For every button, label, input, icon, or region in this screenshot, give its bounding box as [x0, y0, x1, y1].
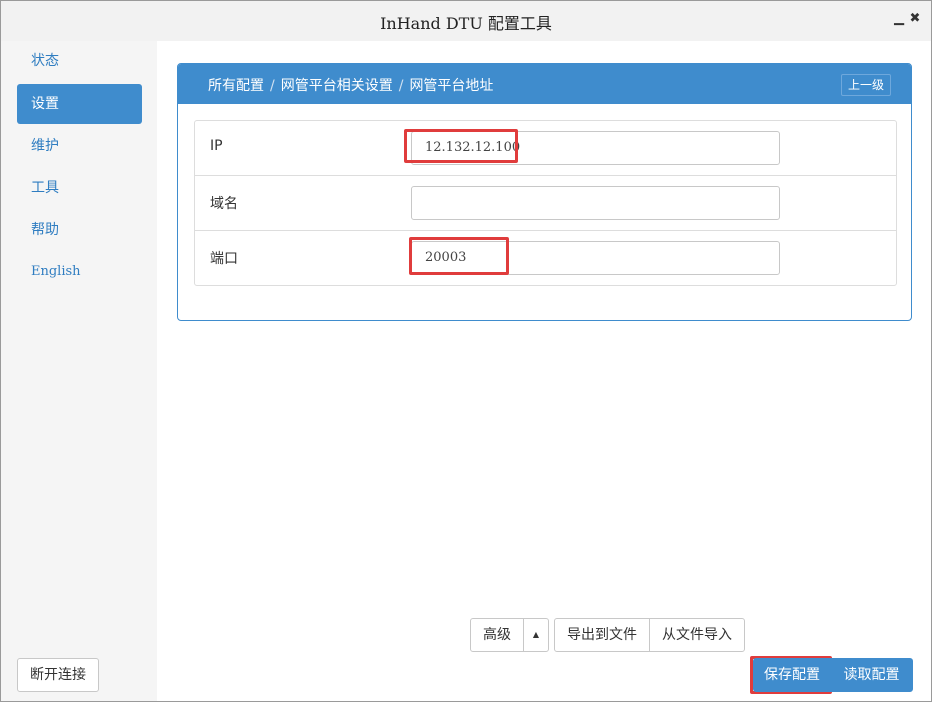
port-input[interactable]: 20003	[411, 241, 780, 275]
config-panel: 所有配置 / 网管平台相关设置 / 网管平台地址 上一级 IP 12.132.12.10…	[177, 63, 912, 321]
caret-up-icon[interactable]: ▲	[523, 618, 549, 652]
disconnect-button[interactable]: 断开连接	[17, 658, 99, 692]
domain-input[interactable]	[411, 186, 780, 220]
sidebar-item-status[interactable]: 状态	[17, 41, 142, 81]
ip-input[interactable]: 12.132.12.100	[411, 131, 780, 165]
export-to-file-button[interactable]: 导出到文件	[554, 618, 650, 652]
sidebar-item-label: English	[31, 264, 81, 279]
breadcrumb-separator: /	[270, 78, 275, 94]
breadcrumb: 所有配置 / 网管平台相关设置 / 网管平台地址	[208, 75, 493, 95]
import-from-file-button[interactable]: 从文件导入	[649, 618, 745, 652]
sidebar-item-english[interactable]: English	[17, 252, 142, 292]
field-label: 域名	[210, 196, 238, 212]
panel-header: 所有配置 / 网管平台相关设置 / 网管平台地址 上一级	[178, 64, 911, 104]
main-content: 所有配置 / 网管平台相关设置 / 网管平台地址 上一级 IP 12.132.12.10…	[157, 41, 931, 701]
minimize-icon[interactable]: ▁	[891, 11, 907, 27]
field-label: IP	[210, 138, 223, 154]
title-bar: InHand DTU 配置工具 ▁ ✖	[1, 1, 931, 41]
breadcrumb-item-all-config[interactable]: 所有配置	[208, 78, 264, 94]
sidebar-item-settings[interactable]: 设置	[17, 84, 142, 124]
window-title: InHand DTU 配置工具	[380, 14, 552, 33]
read-config-button[interactable]: 读取配置	[830, 658, 913, 692]
sidebar-item-label: 工具	[31, 180, 59, 196]
sidebar-item-label: 帮助	[31, 222, 59, 238]
sidebar: 状态 设置 维护 工具 帮助 English 断开连接	[1, 41, 157, 701]
sidebar-item-label: 状态	[31, 53, 59, 69]
up-level-button[interactable]: 上一级	[840, 74, 891, 96]
form-row-ip: IP 12.132.12.100	[195, 121, 896, 176]
form-row-port: 端口 20003	[195, 231, 896, 286]
form-row-domain: 域名	[195, 176, 896, 231]
breadcrumb-separator: /	[398, 78, 404, 94]
app-window: InHand DTU 配置工具 ▁ ✖ 状态 设置 维护 工具 帮助 Engli…	[0, 0, 932, 702]
breadcrumb-item-nms-settings[interactable]: 网管平台相关设置	[281, 78, 393, 94]
form-box: IP 12.132.12.100 域名 端口 20003	[194, 120, 897, 286]
breadcrumb-item-nms-address: 网管平台地址	[409, 78, 494, 94]
sidebar-item-tools[interactable]: 工具	[17, 168, 142, 208]
sidebar-item-label: 维护	[31, 138, 59, 154]
save-config-button[interactable]: 保存配置	[753, 658, 831, 692]
sidebar-item-maintenance[interactable]: 维护	[17, 126, 142, 166]
sidebar-item-help[interactable]: 帮助	[17, 210, 142, 250]
close-icon[interactable]: ✖	[907, 11, 923, 27]
advanced-button[interactable]: 高级	[470, 618, 524, 652]
field-label: 端口	[210, 251, 238, 267]
sidebar-item-label: 设置	[31, 96, 59, 112]
